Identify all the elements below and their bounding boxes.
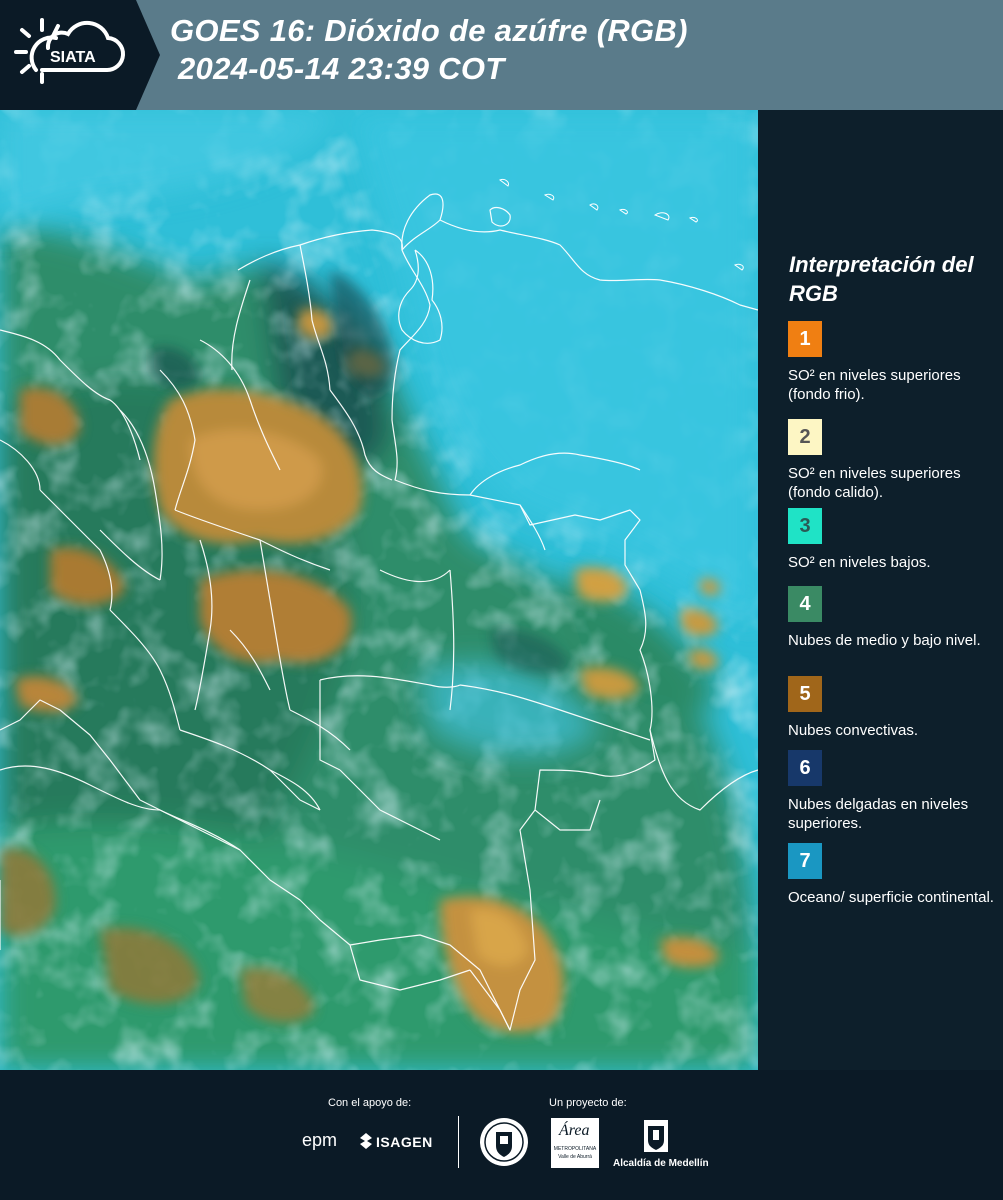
legend-item-3: 3 SO² en niveles bajos. [788,508,998,572]
legend-swatch-7: 7 [788,843,822,879]
legend-item-4: 4 Nubes de medio y bajo nivel. [788,586,998,650]
legend-label-7: Oceano/ superficie continental. [788,889,994,906]
title-product: GOES 16: Dióxido de azúfre (RGB) [170,13,688,48]
legend-swatch-5: 5 [788,676,822,712]
legend-item-1: 1 SO² en niveles superiores (fondo frio)… [788,321,998,404]
legend-item-6: 6 Nubes delgadas en niveles superiores. [788,750,998,833]
area-logo-subtext2: Valle de Aburrá [558,1154,592,1160]
legend-label-1: SO² en niveles superiores (fondo frio). [788,367,961,403]
area-logo-subtext: METROPOLITANA [553,1146,597,1152]
area-logo-text: Área [559,1122,590,1139]
page-title: GOES 16: Dióxido de azúfre (RGB) 2024-05… [170,12,688,88]
legend-swatch-1: 1 [788,321,822,357]
legend-item-7: 7 Oceano/ superficie continental. [788,843,998,907]
alcaldia-label: Alcaldía de Medellín [613,1158,709,1169]
medellin-seal-icon [478,1116,530,1173]
alcaldia-crest-icon [642,1118,670,1159]
legend-swatch-3: 3 [788,508,822,544]
legend-label-4: Nubes de medio y bajo nivel. [788,632,981,649]
legend-item-5: 5 Nubes convectivas. [788,676,998,740]
legend-swatch-2: 2 [788,419,822,455]
rgb-legend-panel: Interpretación del RGB 1 SO² en niveles … [762,110,1003,1070]
title-timestamp: 2024-05-14 23:39 COT [178,51,505,86]
legend-label-5: Nubes convectivas. [788,722,919,739]
legend-item-2: 2 SO² en niveles superiores (fondo calid… [788,419,998,502]
area-metropolitana-logo: Área METROPOLITANA Valle de Aburrá [551,1118,599,1168]
siata-logo: SIATA [12,14,130,96]
satellite-map [0,110,758,1070]
footer-divider [458,1116,459,1168]
legend-label-2: SO² en niveles superiores (fondo calido)… [788,465,961,501]
isagen-icon [358,1132,374,1155]
footer-bar: Con el apoyo de: Un proyecto de: epm ISA… [0,1070,1003,1200]
legend-label-6: Nubes delgadas en niveles superiores. [788,796,969,832]
support-label: Con el apoyo de: [328,1097,412,1109]
siata-logo-text: SIATA [50,49,96,66]
header-bar: SIATA GOES 16: Dióxido de azúfre (RGB) 2… [0,0,1003,110]
legend-title: Interpretación del RGB [789,252,974,306]
legend-swatch-6: 6 [788,750,822,786]
legend-label-3: SO² en niveles bajos. [788,554,931,571]
isagen-logo: ISAGEN [376,1134,433,1150]
epm-logo: epm [302,1130,338,1150]
legend-swatch-4: 4 [788,586,822,622]
project-label: Un proyecto de: [549,1097,627,1109]
